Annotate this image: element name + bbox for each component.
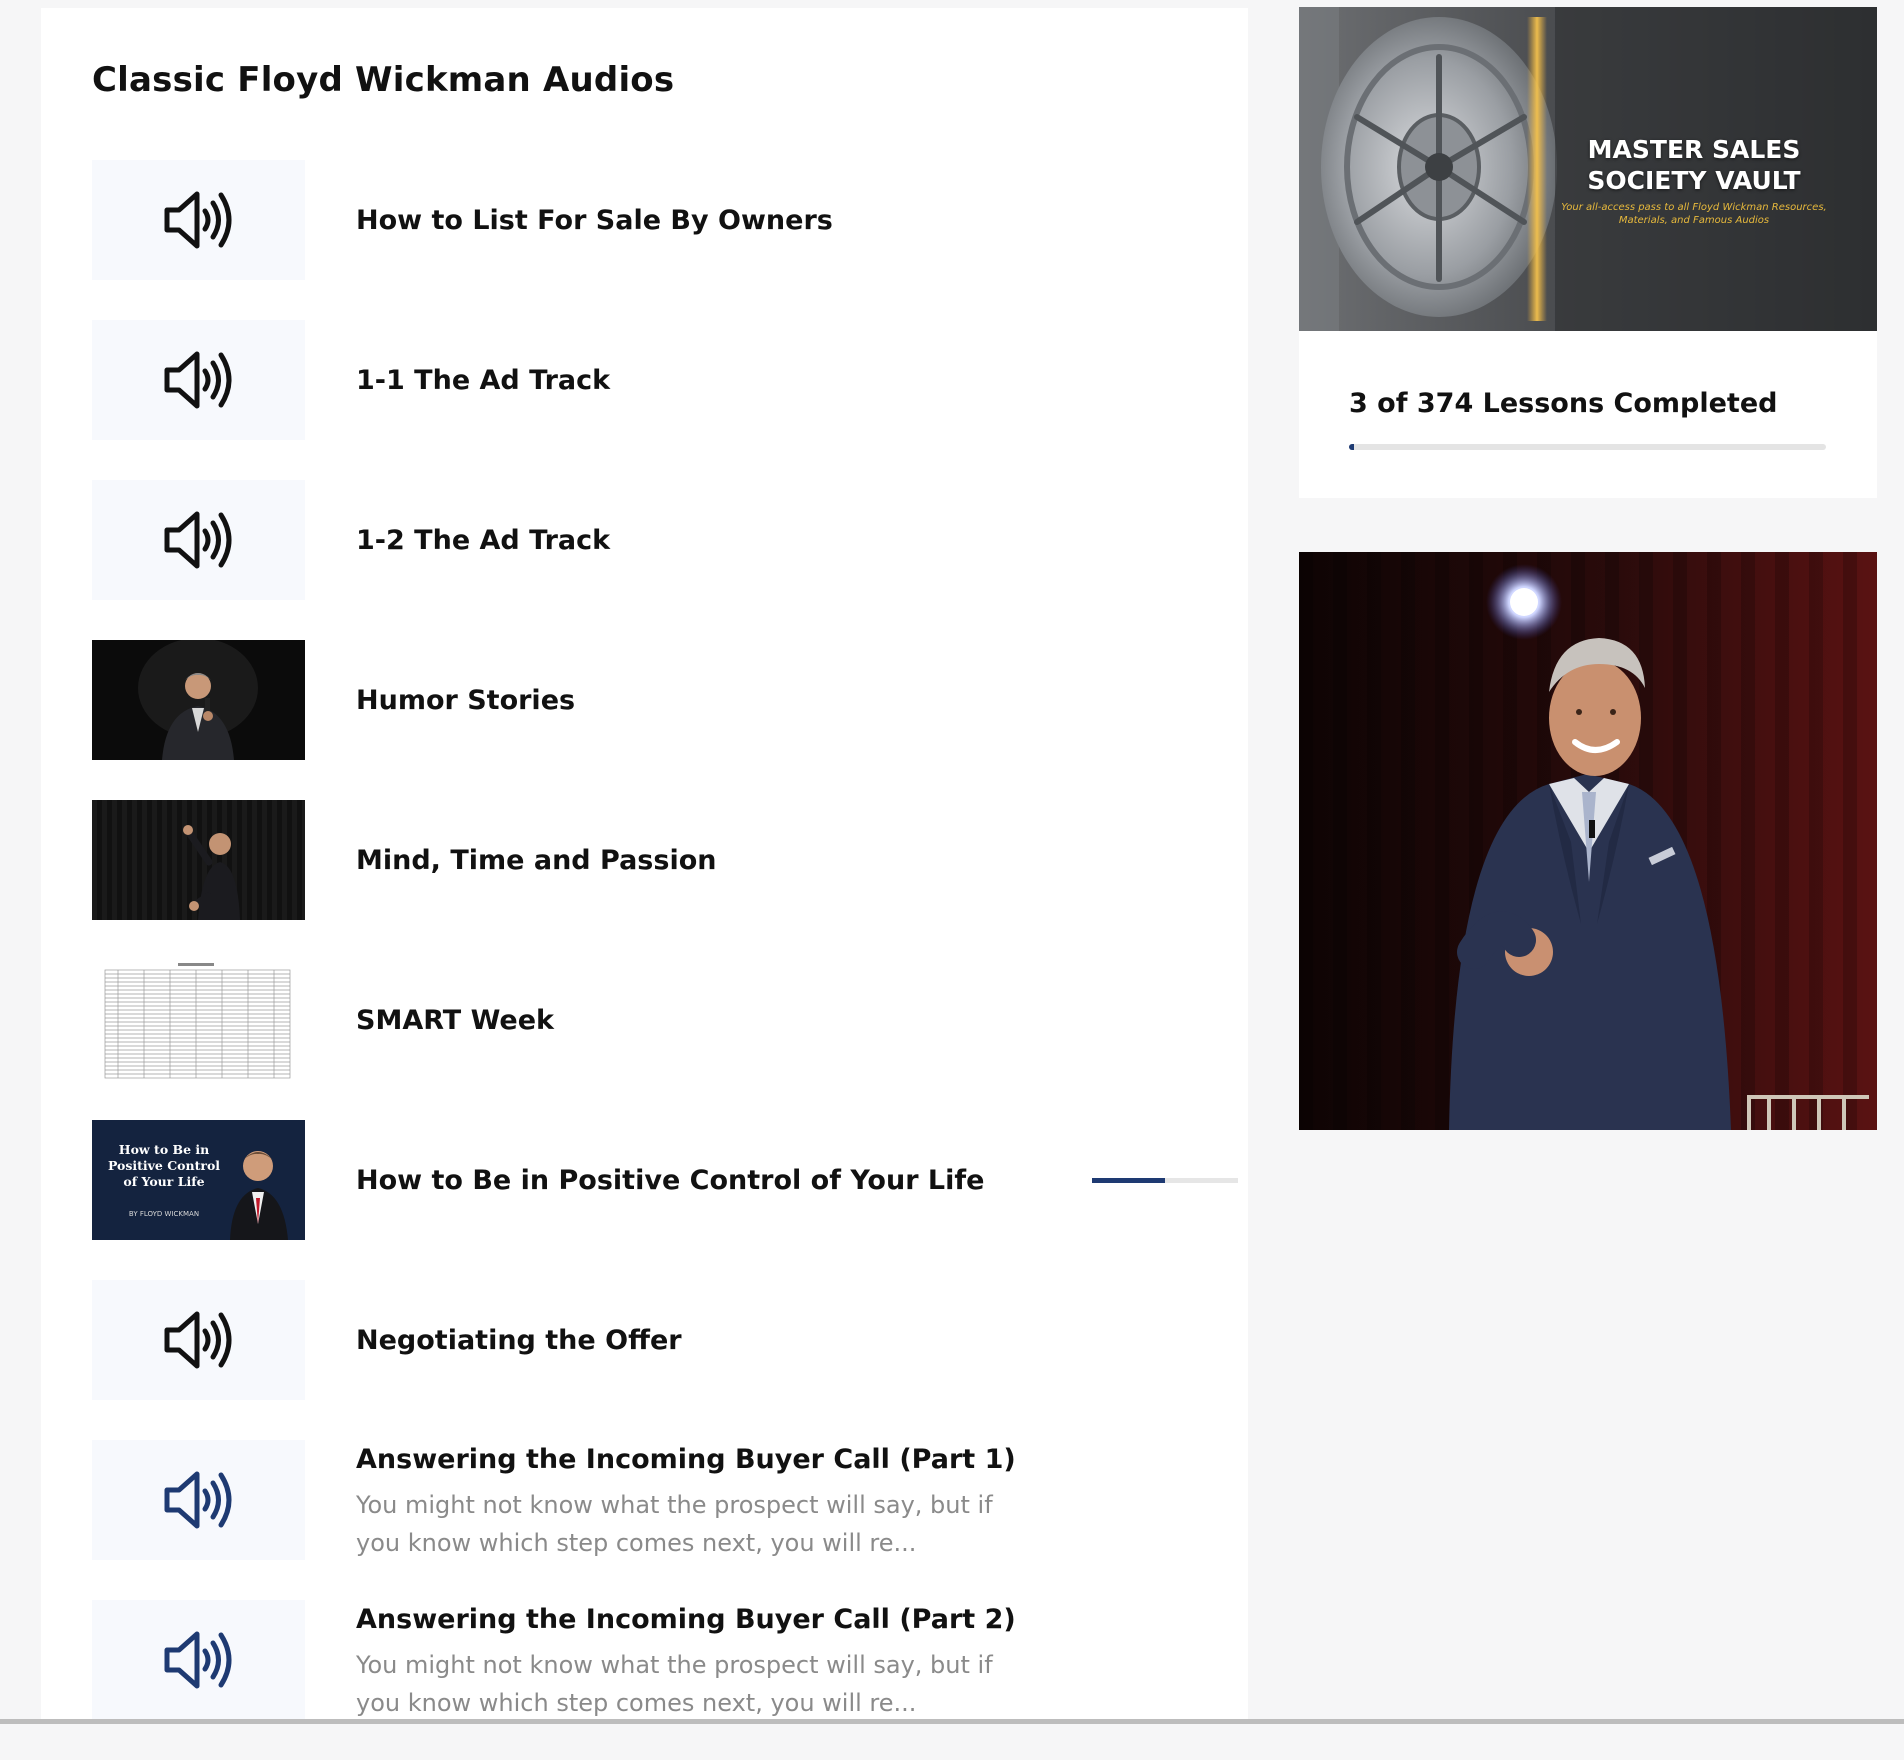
lesson-item-positive-control[interactable]: How to Be in Positive Control of Your Li… <box>92 1120 1238 1280</box>
speaker-photo <box>1299 552 1877 1130</box>
speaker-icon <box>164 1631 231 1689</box>
lesson-title[interactable]: 1-1 The Ad Track <box>356 320 610 440</box>
course-progress-bar <box>1349 444 1826 450</box>
lesson-title[interactable]: Answering the Incoming Buyer Call (Part … <box>356 1440 1016 1480</box>
lesson-title[interactable]: SMART Week <box>356 960 554 1080</box>
section-title: Classic Floyd Wickman Audios <box>92 60 675 100</box>
lesson-thumbnail[interactable] <box>92 160 305 280</box>
speaker-icon <box>164 1471 231 1529</box>
cover-author: BY FLOYD WICKMAN <box>128 1210 200 1218</box>
lesson-item-buyer-call-part-2[interactable]: Answering the Incoming Buyer Call (Part … <box>92 1600 1202 1760</box>
vault-title-line-2: SOCIETY VAULT <box>1587 166 1801 195</box>
lesson-thumbnail[interactable] <box>92 320 305 440</box>
speaker-on-stage-image <box>1299 552 1877 1130</box>
speaker-icon <box>164 511 231 569</box>
lesson-item-1-1-ad-track[interactable]: 1-1 The Ad Track <box>92 320 1202 480</box>
lesson-title[interactable]: Answering the Incoming Buyer Call (Part … <box>356 1600 1016 1640</box>
lesson-title[interactable]: Negotiating the Offer <box>356 1280 682 1400</box>
speaker-photo-microphone <box>92 640 305 760</box>
lesson-item-1-2-ad-track[interactable]: 1-2 The Ad Track <box>92 480 1202 640</box>
lesson-thumbnail[interactable] <box>92 1280 305 1400</box>
lesson-thumbnail[interactable] <box>92 640 305 760</box>
lesson-item-how-to-list-fsbo[interactable]: How to List For Sale By Owners <box>92 160 1202 320</box>
lessons-completed-label: 3 of 374 Lessons Completed <box>1349 388 1778 419</box>
vault-title: MASTER SALES SOCIETY VAULT <box>1529 134 1859 196</box>
lesson-title[interactable]: How to List For Sale By Owners <box>356 160 833 280</box>
lesson-title[interactable]: Mind, Time and Passion <box>356 800 716 920</box>
lesson-thumbnail[interactable] <box>92 480 305 600</box>
vault-title-line-1: MASTER SALES <box>1587 135 1801 164</box>
lesson-thumbnail[interactable]: How to Be in Positive Control of Your Li… <box>92 1120 305 1240</box>
lesson-list: How to List For Sale By Owners 1-1 The A… <box>92 160 1238 1760</box>
spreadsheet-preview <box>92 960 305 1080</box>
window-bottom-edge <box>0 1719 1904 1724</box>
lesson-thumbnail[interactable] <box>92 1600 305 1720</box>
speaker-icon <box>164 1311 231 1369</box>
lesson-item-humor-stories[interactable]: Humor Stories <box>92 640 1202 800</box>
lesson-item-negotiating-offer[interactable]: Negotiating the Offer <box>92 1280 1202 1440</box>
lesson-title[interactable]: How to Be in Positive Control of Your Li… <box>356 1120 984 1240</box>
vault-subtitle: Your all-access pass to all Floyd Wickma… <box>1561 202 1827 226</box>
lesson-description: You might not know what the prospect wil… <box>356 1491 993 1557</box>
lesson-title[interactable]: 1-2 The Ad Track <box>356 480 610 600</box>
lesson-thumbnail[interactable] <box>92 960 305 1080</box>
lesson-description: You might not know what the prospect wil… <box>356 1651 993 1717</box>
course-progress-fill <box>1349 444 1354 450</box>
lesson-title[interactable]: Humor Stories <box>356 640 575 760</box>
cover-title: How to Be in Positive Control of Your Li… <box>107 1142 221 1189</box>
lesson-thumbnail[interactable] <box>92 1440 305 1560</box>
vault-banner-image[interactable]: MASTER SALES SOCIETY VAULT Your all-acce… <box>1299 7 1877 331</box>
lesson-list-panel: Classic Floyd Wickman Audios How to List… <box>41 8 1248 1724</box>
speaker-icon <box>164 351 231 409</box>
lesson-thumbnail[interactable] <box>92 800 305 920</box>
speaker-icon <box>164 191 231 249</box>
lesson-item-smart-week[interactable]: SMART Week <box>92 960 1202 1120</box>
speaker-photo-gesturing <box>92 800 305 920</box>
lesson-progress-bar <box>1092 1178 1238 1183</box>
lesson-progress-fill <box>1092 1178 1165 1183</box>
course-progress-card: MASTER SALES SOCIETY VAULT Your all-acce… <box>1299 7 1877 498</box>
lesson-item-buyer-call-part-1[interactable]: Answering the Incoming Buyer Call (Part … <box>92 1440 1202 1600</box>
lesson-item-mind-time-passion[interactable]: Mind, Time and Passion <box>92 800 1202 960</box>
